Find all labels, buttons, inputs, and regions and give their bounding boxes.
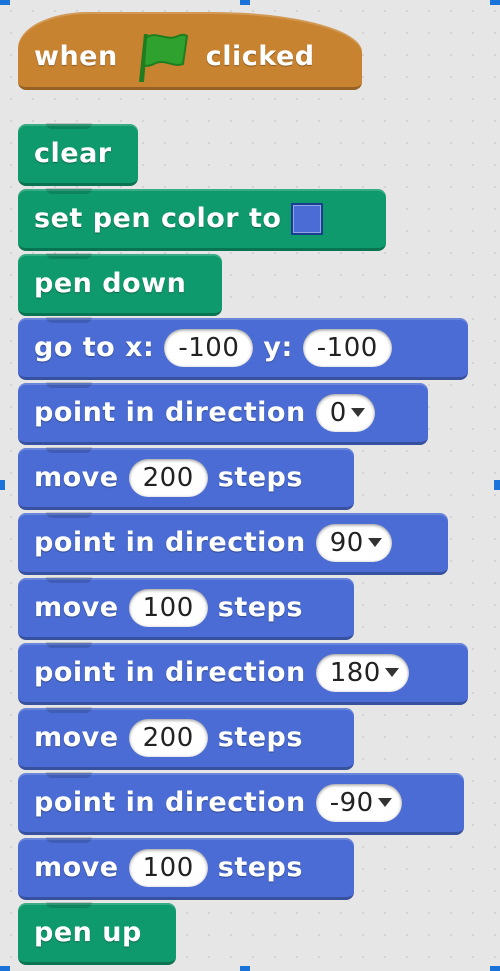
steps-label: steps	[217, 462, 303, 493]
move-steps-block[interactable]: move 200 steps	[18, 447, 354, 510]
steps-label: steps	[217, 722, 303, 753]
move-steps-block[interactable]: move 200 steps	[18, 707, 354, 770]
set-pen-color-block[interactable]: set pen color to	[18, 188, 386, 251]
clicked-label: clicked	[205, 41, 315, 72]
pen-up-label: pen up	[34, 917, 142, 948]
move-label: move	[34, 592, 119, 623]
when-label: when	[34, 41, 118, 72]
go-to-y-label: y:	[263, 332, 293, 363]
direction-value: 180	[329, 657, 381, 688]
selection-handle-top-left[interactable]	[0, 0, 10, 5]
point-direction-label: point in direction	[34, 787, 306, 818]
steps-input[interactable]: 200	[128, 718, 208, 757]
direction-dropdown[interactable]: 0	[315, 393, 375, 432]
y-input[interactable]: -100	[302, 328, 392, 367]
dropdown-arrow-icon	[350, 408, 365, 417]
selection-handle-bottom-right[interactable]	[490, 966, 500, 971]
clear-block[interactable]: clear	[18, 123, 138, 186]
move-label: move	[34, 462, 119, 493]
x-input[interactable]: -100	[164, 328, 254, 367]
pen-down-block[interactable]: pen down	[18, 253, 222, 316]
dropdown-arrow-icon	[367, 538, 382, 547]
selection-handle-middle-right[interactable]	[494, 480, 500, 490]
selection-handle-bottom-left[interactable]	[0, 966, 10, 971]
clear-label: clear	[34, 138, 112, 169]
pen-down-label: pen down	[34, 268, 187, 299]
direction-dropdown[interactable]: 90	[315, 523, 392, 562]
move-steps-block[interactable]: move 100 steps	[18, 577, 354, 640]
point-direction-label: point in direction	[34, 527, 306, 558]
selection-handle-top-right[interactable]	[490, 0, 500, 5]
move-steps-block[interactable]: move 100 steps	[18, 837, 354, 900]
set-pen-color-label: set pen color to	[34, 203, 282, 234]
steps-input[interactable]: 200	[128, 458, 208, 497]
pen-up-block[interactable]: pen up	[18, 902, 176, 965]
steps-input[interactable]: 100	[128, 848, 208, 887]
steps-label: steps	[217, 852, 303, 883]
point-in-direction-block[interactable]: point in direction 180	[18, 642, 468, 705]
selection-handle-middle-left[interactable]	[0, 480, 5, 490]
go-to-xy-block[interactable]: go to x: -100 y: -100	[18, 317, 468, 380]
direction-dropdown[interactable]: 180	[315, 653, 409, 692]
script-stack: when clicked clear set pen color to pen …	[18, 0, 488, 971]
go-to-x-label: go to x:	[34, 332, 155, 363]
move-label: move	[34, 852, 119, 883]
point-direction-label: point in direction	[34, 397, 306, 428]
pen-color-swatch[interactable]	[291, 202, 324, 235]
direction-value: -90	[329, 787, 374, 818]
point-in-direction-block[interactable]: point in direction 0	[18, 382, 428, 445]
move-label: move	[34, 722, 119, 753]
green-flag-icon	[134, 28, 190, 86]
dropdown-arrow-icon	[384, 668, 399, 677]
point-direction-label: point in direction	[34, 657, 306, 688]
dropdown-arrow-icon	[377, 798, 392, 807]
point-in-direction-block[interactable]: point in direction 90	[18, 512, 448, 575]
direction-dropdown[interactable]: -90	[315, 783, 402, 822]
steps-label: steps	[217, 592, 303, 623]
direction-value: 0	[329, 397, 347, 428]
point-in-direction-block[interactable]: point in direction -90	[18, 772, 464, 835]
direction-value: 90	[329, 527, 364, 558]
when-flag-clicked-block[interactable]: when clicked	[18, 12, 362, 90]
steps-input[interactable]: 100	[128, 588, 208, 627]
